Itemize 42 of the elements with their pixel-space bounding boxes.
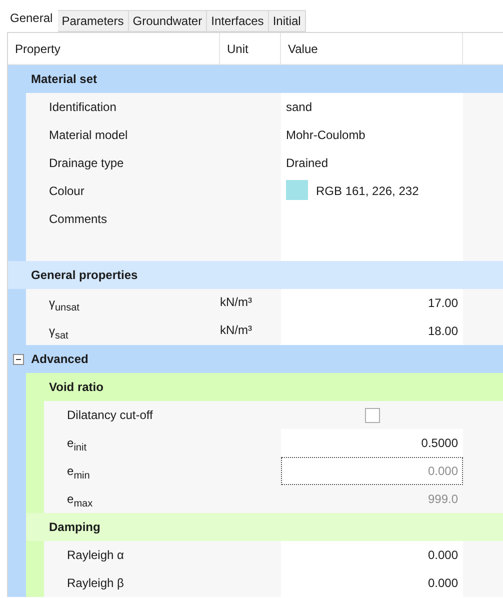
colour-value: RGB 161, 226, 232 <box>316 184 419 198</box>
property-label: e$_{min}$ <box>67 464 90 478</box>
column-header[interactable]: Value <box>281 33 463 64</box>
property-label: γ$_{unsat}$ <box>49 296 80 310</box>
property-label: e$_{max}$ <box>67 492 93 506</box>
property-label: Colour <box>49 184 84 198</box>
value-field[interactable] <box>281 205 463 261</box>
value-field[interactable]: 0.5000 <box>281 429 463 457</box>
checkbox[interactable] <box>364 408 380 422</box>
property-label: e$_{init}$ <box>67 436 86 450</box>
collapse-icon[interactable] <box>13 354 24 364</box>
tab[interactable]: Initial <box>268 10 306 32</box>
group-header[interactable]: Material set <box>8 65 503 93</box>
tab[interactable]: Groundwater <box>128 10 208 32</box>
group-header[interactable]: Advanced <box>8 345 503 373</box>
tab[interactable]: Interfaces <box>207 10 269 32</box>
value-field[interactable]: 18.00 <box>281 317 463 345</box>
property-label: Rayleigh α <box>67 548 124 562</box>
group-header[interactable]: General properties <box>8 261 503 289</box>
property-label: γ$_{sat}$ <box>49 324 68 338</box>
unit-label: kN/m³ <box>220 323 252 337</box>
group-header[interactable]: Damping <box>26 513 503 541</box>
tab[interactable]: Parameters <box>58 10 129 32</box>
value-field[interactable]: Drained <box>281 149 463 177</box>
property-label: Rayleigh β <box>67 576 124 590</box>
value-field[interactable]: 0.000 <box>281 569 463 597</box>
property-label: Dilatancy cut-off <box>67 408 153 422</box>
column-header[interactable]: Unit <box>220 33 281 64</box>
value-field[interactable]: 0.000 <box>281 541 463 569</box>
property-label: Identification <box>49 100 116 114</box>
value-field[interactable]: 17.00 <box>281 289 463 317</box>
property-label: Comments <box>49 212 108 226</box>
property-label: Material model <box>49 128 128 142</box>
group-header[interactable]: Void ratio <box>26 373 503 401</box>
property-label: Drainage type <box>49 156 124 170</box>
value-field[interactable]: Mohr-Coulomb <box>281 121 463 149</box>
value-field[interactable]: RGB 161, 226, 232 <box>281 177 463 205</box>
unit-label: kN/m³ <box>220 295 252 309</box>
column-header[interactable]: Property <box>8 33 220 64</box>
indent-bar <box>8 289 26 345</box>
colour-swatch[interactable] <box>286 180 308 200</box>
value-field[interactable]: sand <box>281 93 463 121</box>
